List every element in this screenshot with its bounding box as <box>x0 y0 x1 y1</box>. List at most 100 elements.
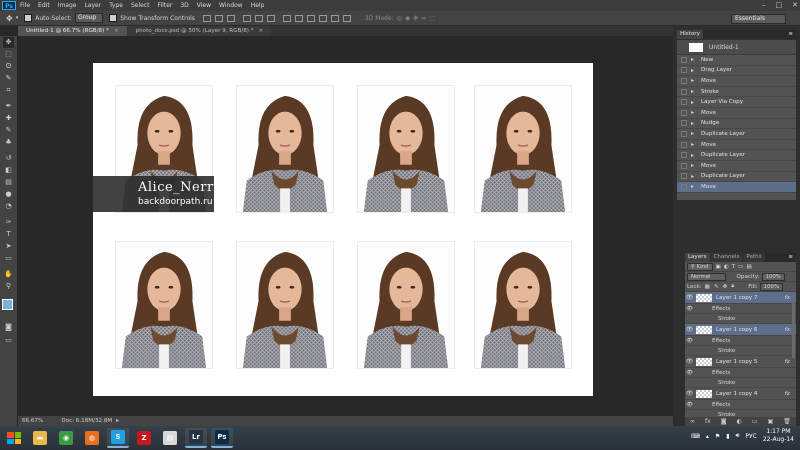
zoom-icon[interactable]: ⚲ <box>3 281 14 292</box>
layer-name[interactable]: Layer 1 copy 4 <box>716 391 757 397</box>
adjustment-layer-icon[interactable]: ◐ <box>737 417 742 426</box>
history-item[interactable]: ▸ Nudge <box>677 119 796 130</box>
visibility-eye-icon[interactable]: 👁︎ <box>685 338 694 344</box>
layer-row[interactable]: 👁︎ Layer 1 copy 5 fx <box>685 356 796 368</box>
distribute-bottom-icon[interactable] <box>306 14 315 22</box>
portrait-photo[interactable] <box>236 241 334 369</box>
history-item[interactable]: ▸ Move <box>677 140 796 151</box>
brush-icon[interactable]: ✎ <box>3 125 14 136</box>
tool-preset[interactable]: ✥ ▾ <box>6 14 18 23</box>
layer-style-icon[interactable]: fx <box>705 417 711 426</box>
history-item[interactable]: ▸ Move <box>677 108 796 119</box>
layer-effects-row[interactable]: 👁︎ Effects <box>685 336 796 346</box>
move-icon[interactable]: ✥ <box>3 37 14 48</box>
portrait-photo[interactable] <box>236 85 334 213</box>
document-canvas[interactable]: Alice_Nerr backdoorpath.ru <box>93 63 593 396</box>
clock[interactable]: 1:17 PM 22-Aug-14 <box>763 428 794 444</box>
show-transform-checkbox[interactable] <box>109 14 118 22</box>
tab-paths[interactable]: Paths <box>743 253 765 262</box>
history-source-checkbox[interactable] <box>681 162 687 169</box>
maximize-button[interactable]: □ <box>776 0 783 11</box>
quick-mask-icon[interactable]: ◙ <box>3 322 14 333</box>
history-item[interactable]: ▸ Move <box>677 76 796 87</box>
menu-layer[interactable]: Layer <box>84 2 101 9</box>
history-brush-icon[interactable]: ↺ <box>3 153 14 164</box>
start-button[interactable] <box>3 428 25 448</box>
layer-row[interactable]: 👁︎ Layer 1 copy 7 fx <box>685 292 796 304</box>
history-source-checkbox[interactable] <box>681 67 687 74</box>
lock-transparent-icon[interactable]: ▦ <box>705 284 710 290</box>
align-middle-icon[interactable] <box>214 14 223 22</box>
network-icon[interactable]: ▮ <box>726 433 729 440</box>
layer-stroke-row[interactable]: Stroke <box>685 314 796 324</box>
filter-shape-icon[interactable]: ▭ <box>738 264 743 270</box>
history-source-checkbox[interactable] <box>681 88 687 95</box>
link-layers-icon[interactable]: ∞ <box>690 417 695 426</box>
panel-menu-icon[interactable]: ≡ <box>788 30 793 39</box>
filter-smart-icon[interactable]: ▤ <box>746 264 751 270</box>
tab-channels[interactable]: Channels <box>710 253 743 262</box>
menu-file[interactable]: File <box>20 2 30 9</box>
filter-adjust-icon[interactable]: ◐ <box>724 264 729 270</box>
align-center-icon[interactable] <box>254 14 263 22</box>
visibility-eye-icon[interactable]: 👁︎ <box>685 370 694 376</box>
close-button[interactable]: ✕ <box>792 0 798 11</box>
quick-select-icon[interactable]: ✎ <box>3 73 14 84</box>
blend-mode-dropdown[interactable]: Normal <box>687 272 726 281</box>
align-left-icon[interactable] <box>242 14 251 22</box>
history-item[interactable]: ▸ New <box>677 55 796 66</box>
menu-help[interactable]: Help <box>251 2 265 9</box>
3d-slide-icon[interactable]: ⇔ <box>421 15 426 22</box>
align-bottom-icon[interactable] <box>226 14 235 22</box>
filezilla-icon[interactable]: Z <box>133 428 155 448</box>
menu-3d[interactable]: 3D <box>180 2 188 9</box>
menu-select[interactable]: Select <box>131 2 150 9</box>
menu-window[interactable]: Window <box>219 2 243 9</box>
tab-history[interactable]: History <box>677 30 703 39</box>
menu-image[interactable]: Image <box>58 2 77 9</box>
history-item[interactable]: ▸ Move <box>677 182 796 193</box>
menu-edit[interactable]: Edit <box>38 2 50 9</box>
3d-pan-icon[interactable]: ✥ <box>413 15 418 22</box>
shape-icon[interactable]: ▭ <box>3 253 14 264</box>
history-source-checkbox[interactable] <box>681 56 687 63</box>
portrait-photo[interactable] <box>357 85 455 213</box>
hand-icon[interactable]: ✋ <box>3 269 14 280</box>
lock-paint-icon[interactable]: ✎ <box>714 284 719 290</box>
auto-select-checkbox[interactable] <box>24 14 33 22</box>
history-source-checkbox[interactable] <box>681 120 687 127</box>
fx-indicator[interactable]: fx <box>785 391 790 397</box>
crop-icon[interactable]: ⌗ <box>3 85 14 96</box>
visibility-eye-icon[interactable]: 👁︎ <box>685 358 694 365</box>
visibility-eye-icon[interactable]: 👁︎ <box>685 306 694 312</box>
screen-mode-icon[interactable]: ▭ <box>3 335 14 346</box>
visibility-eye-icon[interactable]: 👁︎ <box>685 326 694 333</box>
new-group-icon[interactable]: ▭ <box>752 417 758 426</box>
eraser-icon[interactable]: ◧ <box>3 165 14 176</box>
lock-move-icon[interactable]: ✥ <box>723 284 728 290</box>
history-item[interactable]: ▸ Duplicate Layer <box>677 150 796 161</box>
layer-stroke-row[interactable]: Stroke <box>685 346 796 356</box>
layer-row[interactable]: 👁︎ Layer 1 copy 4 fx <box>685 388 796 400</box>
skype-icon[interactable]: S <box>107 428 129 448</box>
history-item[interactable]: ▸ Stroke <box>677 87 796 98</box>
history-source-checkbox[interactable] <box>681 152 687 159</box>
status-arrow-icon[interactable]: ▸ <box>116 418 119 424</box>
history-source-checkbox[interactable] <box>681 183 687 190</box>
files-icon[interactable]: ▤ <box>159 428 181 448</box>
history-item[interactable]: ▸ Layer Via Copy <box>677 97 796 108</box>
portrait-photo[interactable] <box>357 241 455 369</box>
workspace-dropdown[interactable]: Essentials <box>731 14 786 24</box>
history-source-checkbox[interactable] <box>681 141 687 148</box>
lasso-icon[interactable]: ʘ <box>3 61 14 72</box>
panel-menu-icon[interactable]: ≡ <box>788 253 793 262</box>
dodge-icon[interactable]: ◔ <box>3 201 14 212</box>
layer-effects-row[interactable]: 👁︎ Effects <box>685 368 796 378</box>
volume-icon[interactable]: 🔊︎ <box>736 432 740 440</box>
history-source-checkbox[interactable] <box>681 173 687 180</box>
layer-name[interactable]: Layer 1 copy 7 <box>716 295 757 301</box>
layer-name[interactable]: Layer 1 copy 6 <box>716 327 757 333</box>
flag-icon[interactable]: ⚑ <box>715 433 720 440</box>
menu-type[interactable]: Type <box>109 2 123 9</box>
layer-effects-row[interactable]: 👁︎ Effects <box>685 304 796 314</box>
